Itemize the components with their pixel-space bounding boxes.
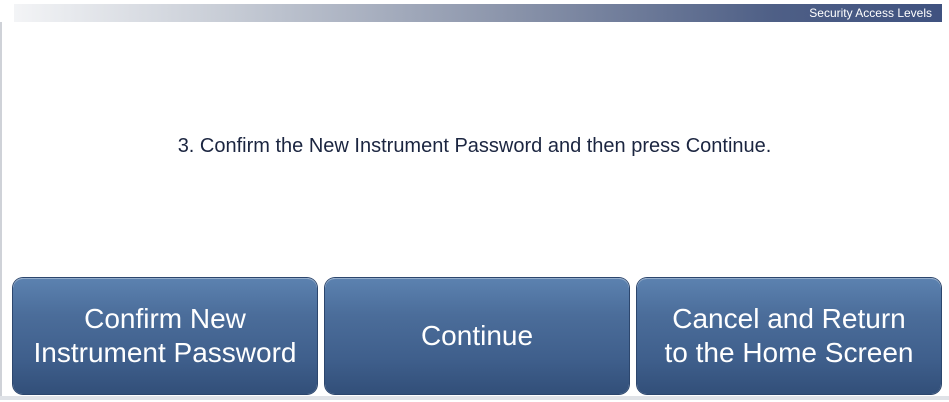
- header-title: Security Access Levels: [809, 6, 932, 20]
- header-bar: Security Access Levels: [14, 4, 942, 22]
- instruction-text: 3. Confirm the New Instrument Password a…: [177, 135, 772, 157]
- confirm-new-password-label: Confirm New Instrument Password: [34, 302, 297, 370]
- continue-label: Continue: [420, 320, 534, 351]
- continue-button[interactable]: Continue: [325, 278, 629, 394]
- cancel-label-line1: Cancel and Return: [672, 303, 906, 334]
- confirm-label-line2: Instrument Password: [33, 337, 297, 368]
- cancel-return-home-button[interactable]: Cancel and Return to the Home Screen: [637, 278, 941, 394]
- confirm-new-password-button[interactable]: Confirm New Instrument Password: [13, 278, 317, 394]
- left-border: [0, 22, 2, 400]
- cancel-return-home-label: Cancel and Return to the Home Screen: [664, 302, 913, 370]
- cancel-label-line2: to the Home Screen: [664, 337, 914, 368]
- bottom-border: [0, 396, 949, 400]
- confirm-label-line1: Confirm New: [84, 303, 246, 334]
